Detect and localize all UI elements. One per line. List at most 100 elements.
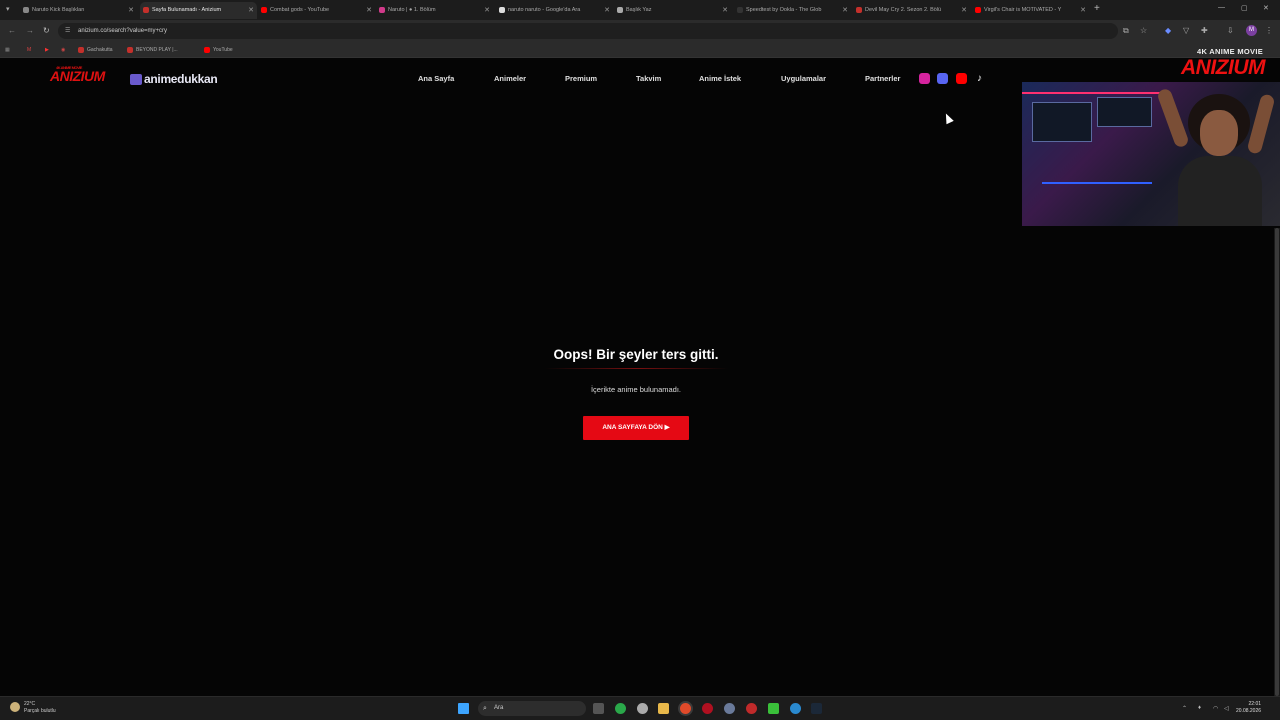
tab-close-icon[interactable]: ✕ [842,2,848,19]
tab-2[interactable]: Combat gods - YouTube ✕ [258,2,375,19]
streamer [1156,87,1276,226]
brand-logo-text: ANIZIUM [1181,56,1266,79]
install-icon[interactable]: ⧉ [1123,26,1129,36]
tab-3[interactable]: Naruto | ● 1. Bölüm ✕ [376,2,493,19]
anizium-logo[interactable]: 4K ANIME MOVIE ANIZIUM [50,65,108,90]
tab-close-icon[interactable]: ✕ [604,2,610,19]
system-clock[interactable]: 22:01 20.08.2026 [1236,701,1261,715]
microphone-icon[interactable]: ♦ [1198,705,1201,711]
tab-close-icon[interactable]: ✕ [961,2,967,19]
tab-title: Devil May Cry 2. Sezon 2. Bölü [865,7,942,13]
apps-grid-icon[interactable]: ▦ [5,45,10,55]
steam-icon[interactable] [811,703,822,714]
extension-icon[interactable]: ◆ [1165,26,1171,35]
tab-close-icon[interactable]: ✕ [128,2,134,19]
instagram-icon[interactable] [919,73,930,84]
windows-taskbar: 22°C Parçalı bulutlu ⌕ Ara ⌃ ♦ ◠ ◁ 22:01… [0,696,1280,720]
weather-widget[interactable]: 22°C Parçalı bulutlu [10,701,56,715]
nav-anime-istek[interactable]: Anime İstek [699,74,741,83]
tab-title: Naruto | ● 1. Bölüm [388,7,436,13]
profile-avatar[interactable]: M [1246,25,1257,36]
gmail-icon[interactable]: M [27,45,31,55]
tab-close-icon[interactable]: ✕ [366,2,372,19]
opera-icon[interactable] [702,703,713,714]
tab-7[interactable]: Devil May Cry 2. Sezon 2. Bölü ✕ [853,2,970,19]
site-info-icon[interactable]: ☰ [65,23,70,39]
tab-favicon [856,7,862,13]
new-tab-button[interactable]: + [1094,3,1100,14]
webcam-background-shelf [1032,102,1092,142]
xbox-icon[interactable] [615,703,626,714]
app-icon[interactable] [724,703,735,714]
browser-menu-icon[interactable]: ⋮ [1265,26,1273,35]
tab-search-icon[interactable]: ▾ [6,5,10,13]
bookmark-beyond-play[interactable]: BEYOND PLAY |... [127,45,178,55]
nav-premium[interactable]: Premium [565,74,597,83]
forward-icon[interactable]: → [26,26,34,35]
bookmark-icon[interactable]: ◉ [61,45,65,55]
stream-brand-overlay: 4K ANIME MOVIE ANIZIUM [1163,42,1280,84]
task-view-icon[interactable] [593,703,604,714]
tab-close-icon[interactable]: ✕ [248,2,254,19]
tab-close-icon[interactable]: ✕ [722,2,728,19]
back-icon[interactable]: ← [8,26,16,35]
tab-1[interactable]: Sayfa Bulunamadı - Anizium ✕ [140,2,257,19]
youtube-icon[interactable] [956,73,967,84]
address-bar[interactable]: ☰ anizium.co/search?value=my+cry [58,23,1118,39]
maximize-icon[interactable]: ▢ [1241,4,1248,12]
tab-favicon [23,7,29,13]
animedukkan-logo-icon [130,74,142,85]
nav-uygulamalar[interactable]: Uygulamalar [781,74,826,83]
app-icon[interactable] [746,703,757,714]
settings-gear-icon[interactable] [637,703,648,714]
tray-overflow-icon[interactable]: ⌃ [1182,705,1187,712]
file-explorer-icon[interactable] [658,703,669,714]
tab-favicon [975,7,981,13]
bookmark-star-icon[interactable]: ☆ [1140,26,1147,35]
nav-animeler[interactable]: Animeler [494,74,526,83]
page-scrollbar[interactable] [1274,228,1280,696]
webcam-background-monitor [1097,97,1152,127]
reload-icon[interactable]: ↻ [43,26,50,35]
wifi-icon[interactable]: ◠ [1213,705,1218,712]
bookmark-gachakutta[interactable]: Gachakutta [78,45,113,55]
chrome-icon[interactable] [680,703,691,714]
tab-close-icon[interactable]: ✕ [484,2,490,19]
telegram-icon[interactable] [790,703,801,714]
youtube-bookmark-icon[interactable]: ▶ [45,45,49,55]
media-player-icon[interactable] [768,703,779,714]
downloads-icon[interactable]: ⇩ [1227,26,1234,35]
animedukkan-logo[interactable]: animedukkan [130,72,218,86]
discord-icon[interactable] [937,73,948,84]
nav-takvim[interactable]: Takvim [636,74,661,83]
bookmark-favicon [127,47,133,53]
streamer-webcam [1022,82,1280,226]
filter-extension-icon[interactable]: ▽ [1183,26,1189,35]
bookmark-youtube[interactable]: YouTube [204,45,233,55]
tab-title: Virgil's Chair is MOTIVATED - Y [984,7,1062,13]
tab-title: Speedtest by Ookla - The Glob [746,7,822,13]
nav-ana-sayfa[interactable]: Ana Sayfa [418,74,454,83]
tab-0[interactable]: Naruto Kick Başlıkları ✕ [20,2,137,19]
tiktok-icon[interactable]: ♪ [974,73,985,84]
tab-title: Combat gods - YouTube [270,7,330,13]
windows-start-icon[interactable] [458,703,469,714]
nav-partnerler[interactable]: Partnerler [865,74,900,83]
tab-close-icon[interactable]: ✕ [1080,2,1086,19]
back-to-home-button[interactable]: ANA SAYFAYA DÖN ▶ [583,416,689,440]
taskbar-search[interactable]: ⌕ Ara [478,701,586,716]
volume-icon[interactable]: ◁ [1224,705,1229,712]
mouse-cursor [942,111,954,125]
minimize-icon[interactable]: — [1218,4,1225,11]
tab-4[interactable]: naruto naruto - Google'da Ara ✕ [496,2,613,19]
tab-8[interactable]: Virgil's Chair is MOTIVATED - Y ✕ [972,2,1089,19]
tab-6[interactable]: Speedtest by Ookla - The Glob ✕ [734,2,851,19]
close-window-icon[interactable]: ✕ [1263,4,1269,12]
scrollbar-thumb[interactable] [1275,228,1279,696]
tab-favicon [737,7,743,13]
search-icon: ⌕ [483,705,487,712]
bookmarks-bar: ▦ M ▶ ◉ Gachakutta BEYOND PLAY |... YouT… [0,42,1280,58]
extensions-puzzle-icon[interactable]: ✚ [1201,26,1208,35]
tab-5[interactable]: Başlık Yaz ✕ [614,2,731,19]
tab-favicon [261,7,267,13]
